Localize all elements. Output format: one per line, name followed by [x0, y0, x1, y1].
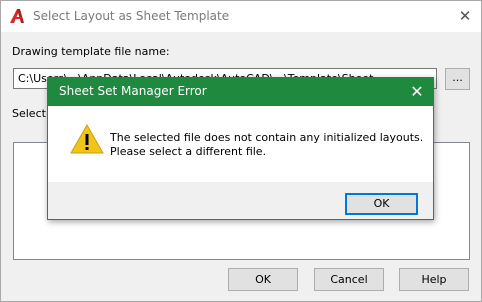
ok-button[interactable]: OK — [228, 268, 298, 291]
error-ok-button[interactable]: OK — [345, 193, 418, 215]
cancel-button[interactable]: Cancel — [314, 268, 384, 291]
error-close-icon[interactable]: ✕ — [405, 80, 429, 104]
error-message-line-2: Please select a different file. — [110, 145, 267, 158]
error-dialog: Sheet Set Manager Error ✕ The selected f… — [47, 77, 434, 220]
error-message-line-1: The selected file does not contain any i… — [110, 131, 424, 144]
error-body: The selected file does not contain any i… — [48, 106, 433, 182]
dialog-titlebar: Select Layout as Sheet Template ✕ — [1, 1, 481, 32]
dialog-close-icon[interactable]: ✕ — [453, 5, 477, 27]
autocad-logo-icon — [10, 9, 24, 23]
error-titlebar: Sheet Set Manager Error ✕ — [48, 78, 433, 106]
dialog-title: Select Layout as Sheet Template — [33, 9, 230, 23]
error-message: The selected file does not contain any i… — [110, 131, 423, 159]
warning-triangle-icon — [70, 124, 104, 154]
browse-button[interactable]: ... — [445, 68, 470, 90]
error-title: Sheet Set Manager Error — [59, 84, 207, 98]
template-file-label: Drawing template file name: — [12, 45, 170, 58]
help-button[interactable]: Help — [399, 268, 469, 291]
